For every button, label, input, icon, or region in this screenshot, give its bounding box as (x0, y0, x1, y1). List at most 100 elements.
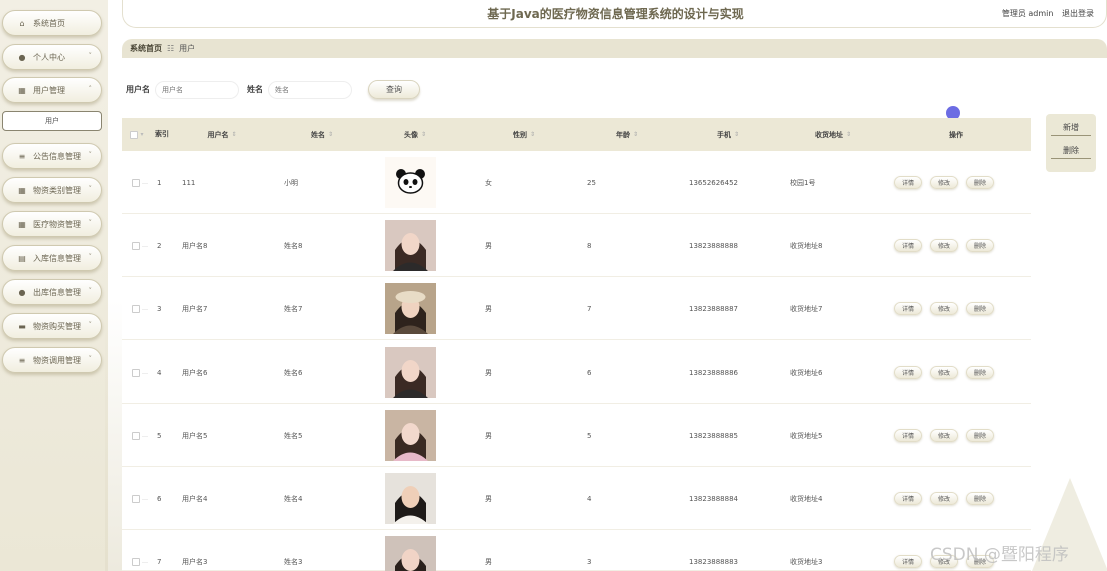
detail-button[interactable]: 详情 (894, 555, 923, 568)
edit-button[interactable]: 修改 (930, 429, 959, 442)
cell-address: 收货地址6 (790, 368, 823, 377)
sidebar-item-home[interactable]: ⌂ 系统首页 (2, 10, 102, 36)
sidebar-item-label: 物资类别管理 (33, 185, 81, 195)
col-username[interactable]: 用户名 ⇕ (192, 118, 252, 151)
row-actions: 详情 修改 删除 (894, 277, 1002, 340)
username-label: 用户名 (126, 85, 150, 94)
sidebar-subitem-user[interactable]: 用户 (2, 111, 102, 131)
edit-button[interactable]: 修改 (930, 239, 959, 252)
logout-link[interactable]: 退出登录 (1062, 9, 1094, 18)
sidebar: ⌂ 系统首页 ● 个人中心 ˅ ▦ 用户管理 ˄ 用户 ≡ 公告信息管理 ˅ ▦… (0, 0, 108, 571)
sidebar-subitem-label: 用户 (45, 117, 59, 125)
row-checkbox[interactable]: … (132, 277, 148, 340)
add-button[interactable]: 新增 (1051, 120, 1091, 136)
cell-address: 收货地址4 (790, 494, 823, 503)
delete-button[interactable]: 删除 (966, 366, 995, 379)
watermark: CSDN @暨阳程序 (930, 545, 1069, 565)
batch-delete-button[interactable]: 删除 (1051, 143, 1091, 159)
sidebar-item-inbound[interactable]: ▤ 入库信息管理 ˅ (2, 245, 102, 271)
table-row: … 7 用户名3 姓名3 男 3 13823888883 收货地址3 详情 修改 删除 (122, 530, 1031, 571)
cell-phone: 13823888887 (689, 304, 738, 313)
col-gender[interactable]: 性别 ⇕ (494, 118, 554, 151)
row-checkbox[interactable]: … (132, 151, 148, 214)
cell-age: 3 (587, 557, 592, 566)
detail-button[interactable]: 详情 (894, 176, 923, 189)
edit-button[interactable]: 修改 (930, 176, 959, 189)
grid-icon: ▦ (18, 219, 26, 229)
row-checkbox[interactable]: … (132, 404, 148, 467)
sidebar-item-categories[interactable]: ▦ 物资类别管理 ˅ (2, 177, 102, 203)
col-age[interactable]: 年龄 ⇕ (597, 118, 657, 151)
sidebar-item-label: 公告信息管理 (33, 151, 81, 161)
detail-button[interactable]: 详情 (894, 492, 923, 505)
row-checkbox[interactable]: … (132, 530, 148, 571)
delete-button[interactable]: 删除 (966, 239, 995, 252)
sidebar-item-label: 个人中心 (33, 52, 65, 62)
sidebar-item-notices[interactable]: ≡ 公告信息管理 ˅ (2, 143, 102, 169)
avatar-image (385, 404, 436, 467)
sidebar-item-purchase[interactable]: ▬ 物资购买管理 ˅ (2, 313, 102, 339)
sidebar-item-label: 医疗物资管理 (33, 219, 81, 229)
row-checkbox[interactable]: … (132, 467, 148, 530)
cell-age: 8 (587, 241, 592, 250)
cell-name: 姓名7 (284, 304, 303, 313)
home-icon: ⌂ (19, 18, 25, 28)
col-address[interactable]: 收货地址 ⇕ (798, 118, 868, 151)
select-all-checkbox[interactable]: ▾ (130, 118, 144, 151)
sidebar-item-label: 用户管理 (33, 85, 65, 95)
sort-icon: ⇕ (529, 131, 536, 138)
delete-button[interactable]: 删除 (966, 429, 995, 442)
cell-index: 2 (157, 241, 162, 250)
sidebar-item-profile[interactable]: ● 个人中心 ˅ (2, 44, 102, 70)
col-avatar[interactable]: 头像 ⇕ (385, 118, 445, 151)
delete-button[interactable]: 删除 (966, 302, 995, 315)
current-user: 管理员 admin (1001, 9, 1054, 18)
chevron-down-icon: ˅ (88, 185, 93, 193)
cell-name: 姓名4 (284, 494, 303, 503)
search-button[interactable]: 查询 (368, 80, 420, 99)
col-age-label: 年龄 (615, 130, 630, 139)
cell-index: 3 (157, 304, 162, 313)
detail-button[interactable]: 详情 (894, 429, 923, 442)
row-checkbox[interactable]: … (132, 214, 148, 277)
row-actions: 详情 修改 删除 (894, 467, 1002, 530)
col-ops: 操作 (949, 130, 963, 139)
cell-username: 用户名5 (182, 431, 208, 440)
top-header: 基于Java的医疗物资信息管理系统的设计与实现 管理员 admin 退出登录 (122, 0, 1107, 28)
edit-button[interactable]: 修改 (930, 492, 959, 505)
name-input[interactable] (268, 80, 352, 99)
cell-address: 校园1号 (790, 178, 816, 187)
sidebar-item-dispatch[interactable]: ≡ 物资调用管理 ˅ (2, 347, 102, 373)
detail-button[interactable]: 详情 (894, 366, 923, 379)
edit-button[interactable]: 修改 (930, 366, 959, 379)
cell-phone: 13823888888 (689, 241, 738, 250)
edit-button[interactable]: 修改 (930, 302, 959, 315)
row-checkbox[interactable]: … (132, 341, 148, 404)
avatar-image (385, 151, 436, 214)
col-phone[interactable]: 手机 ⇕ (698, 118, 758, 151)
pin-icon: ● (18, 287, 26, 297)
list-icon: ≡ (18, 355, 26, 365)
sidebar-item-supplies[interactable]: ▦ 医疗物资管理 ˅ (2, 211, 102, 237)
sidebar-item-label: 物资调用管理 (33, 355, 81, 365)
delete-button[interactable]: 删除 (966, 176, 995, 189)
sidebar-item-outbound[interactable]: ● 出库信息管理 ˅ (2, 279, 102, 305)
sidebar-item-users[interactable]: ▦ 用户管理 ˄ (2, 77, 102, 103)
cell-gender: 男 (485, 304, 492, 313)
breadcrumb-home[interactable]: 系统首页 (130, 43, 162, 54)
cell-phone: 13823888884 (689, 494, 738, 503)
detail-button[interactable]: 详情 (894, 239, 923, 252)
chevron-up-icon: ˄ (88, 85, 93, 93)
table-header: ▾ 索引 用户名 ⇕ 姓名 ⇕ 头像 ⇕ 性别 ⇕ 年龄 ⇕ 手机 ⇕ 收货地址 ⇕ 操作 (122, 118, 1031, 151)
cell-age: 6 (587, 368, 592, 377)
row-actions: 详情 修改 删除 (894, 341, 1002, 404)
cell-username: 用户名3 (182, 557, 208, 566)
detail-button[interactable]: 详情 (894, 302, 923, 315)
table-row: … 2 用户名8 姓名8 男 8 13823888888 收货地址8 详情 修改 删除 (122, 214, 1031, 277)
sort-icon: ⇕ (632, 131, 639, 138)
sort-icon: ⇕ (733, 131, 740, 138)
col-name[interactable]: 姓名 ⇕ (292, 118, 352, 151)
username-input[interactable] (155, 80, 239, 99)
delete-button[interactable]: 删除 (966, 492, 995, 505)
breadcrumb: 系统首页 ☷ 用户 (122, 39, 1107, 58)
